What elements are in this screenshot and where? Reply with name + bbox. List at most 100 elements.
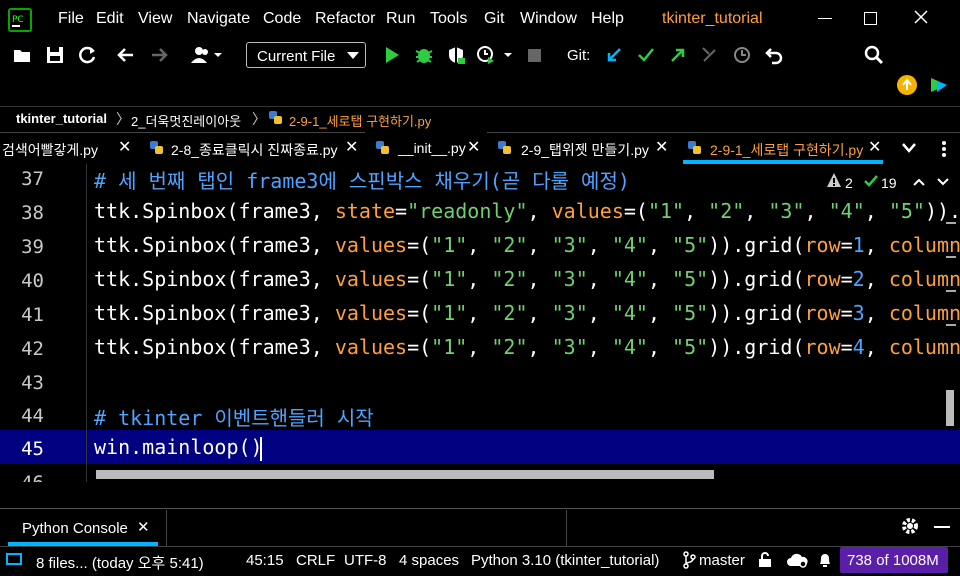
close-tab-icon[interactable]: ✕ [467,137,480,157]
breadcrumb-folder[interactable]: 2_더욱멋진레이아웃 [131,111,241,130]
run-icon[interactable] [383,45,401,65]
git-push-arrow-icon[interactable] [668,45,688,65]
menu-tools[interactable]: Tools [430,10,467,28]
python-console-tab[interactable]: Python Console ✕ [0,510,167,546]
more-options-icon[interactable] [941,140,947,158]
line-number: 38 [21,202,44,224]
breadcrumb-project[interactable]: tkinter_tutorial [16,111,107,126]
error-stripe-mark[interactable] [946,222,956,224]
status-interpreter[interactable]: Python 3.10 (tkinter_tutorial) [471,552,659,569]
forward-arrow-icon[interactable] [149,45,169,65]
status-encoding[interactable]: UTF-8 [344,552,387,569]
lock-icon[interactable] [758,552,772,568]
menu-git[interactable]: Git [484,10,504,28]
ok-count[interactable]: 19 [881,175,897,191]
status-caret-position[interactable]: 45:15 [246,552,284,569]
menu-view[interactable]: View [138,10,172,28]
coverage-shield-icon[interactable] [446,45,466,65]
tool-divider [566,510,567,546]
menu-navigate[interactable]: Navigate [187,10,250,28]
hide-panel-icon[interactable] [934,526,950,528]
menu-file[interactable]: File [58,10,84,28]
close-tab-icon[interactable]: ✕ [655,137,668,157]
tab-exit-on-click[interactable]: 2-8_종료클릭시 진짜종료.py ✕ [143,132,365,164]
cloud-settings-icon[interactable] [786,552,808,568]
minimize-button[interactable] [818,18,832,19]
line-number: 40 [21,270,44,292]
tab-label: 2-8_종료클릭시 진짜종료.py [171,142,338,158]
line-number: 45 [21,438,44,460]
code-line-40: ttk.Spinbox(frame3, values=("1", "2", "3… [94,267,960,291]
git-branch-icon [682,551,696,569]
synchronize-icon[interactable] [78,45,98,65]
line-number: 42 [21,338,44,360]
line-number: 37 [21,168,44,190]
breadcrumb-separator-icon: 〉 [116,111,130,127]
warning-triangle-icon[interactable] [826,172,842,188]
python-file-icon [687,140,703,156]
close-window-button[interactable] [912,8,930,26]
tab-vertical-tab[interactable]: 2-9-1_세로탭 구현하기.py ✕ [675,132,890,164]
code-line-39: ttk.Spinbox(frame3, values=("1", "2", "3… [94,233,960,257]
error-stripe-mark[interactable] [946,290,956,292]
stop-icon[interactable] [528,49,541,62]
back-arrow-icon[interactable] [116,45,136,65]
status-line-separator[interactable]: CRLF [296,552,335,569]
user-dropdown-icon[interactable] [190,45,226,65]
tab-init[interactable]: __init__.py ✕ [365,132,487,164]
settings-gear-icon[interactable] [900,516,920,536]
profile-dropdown-icon[interactable] [476,45,516,65]
memory-indicator[interactable]: 738 of 1008M [840,547,948,573]
menu-edit[interactable]: Edit [96,10,124,28]
code-with-me-icon[interactable] [929,75,949,95]
tab-label: __init__.py [398,140,466,156]
window-title: tkinter_tutorial [662,10,763,27]
ok-check-icon[interactable] [863,173,879,189]
previous-highlight-chevron-icon[interactable] [913,178,925,186]
code-line-42: ttk.Spinbox(frame3, values=("1", "2", "3… [94,335,960,359]
menu-help[interactable]: Help [591,10,624,28]
tab-search-red[interactable]: 검색어빨갛게.py ✕ [0,132,143,164]
tabs-overflow-chevron-icon[interactable] [901,142,917,154]
status-indent[interactable]: 4 spaces [399,552,459,569]
menu-refactor[interactable]: Refactor [315,10,375,28]
menu-window[interactable]: Window [520,10,577,28]
tab-label: 검색어빨갛게.py [2,142,98,158]
close-tab-icon[interactable]: ✕ [868,137,881,157]
close-tab-icon[interactable]: ✕ [345,137,358,157]
open-folder-icon[interactable] [12,45,32,65]
python-file-icon [375,140,391,156]
error-stripe-mark[interactable] [946,256,956,258]
maximize-button[interactable] [864,12,877,25]
close-tab-icon[interactable]: ✕ [118,137,131,157]
warnings-count[interactable]: 2 [845,175,853,191]
menu-code[interactable]: Code [263,10,301,28]
git-rollback-icon[interactable] [765,45,785,65]
menu-run[interactable]: Run [386,10,415,28]
toggle-tool-windows-icon[interactable] [6,553,22,565]
status-git-branch[interactable]: master [699,552,745,569]
vertical-scrollbar-thumb[interactable] [946,390,954,426]
git-commit-check-icon[interactable] [636,45,656,65]
save-all-icon[interactable] [45,45,65,65]
git-label: Git: [567,47,591,64]
breadcrumb-file[interactable]: 2-9-1_세로탭 구현하기.py [289,111,431,130]
error-stripe-mark[interactable] [946,324,956,326]
line-number: 41 [21,304,44,326]
debug-bug-icon[interactable] [414,45,434,65]
code-line-37: # 세 번째 탭인 frame3에 스핀박스 채우기(곧 다룰 예정) [94,169,630,193]
next-highlight-chevron-icon[interactable] [937,178,949,186]
update-available-icon[interactable] [897,75,917,95]
git-history-clock-icon[interactable] [732,45,752,65]
tab-tab-widget[interactable]: 2-9_탭위젯 만들기.py ✕ [487,132,675,164]
close-tab-icon[interactable]: ✕ [137,518,150,536]
status-files[interactable]: 8 files... (today 오후 5:41) [36,552,204,573]
pycharm-logo-icon: PC [8,8,32,32]
notifications-bell-icon[interactable] [818,552,832,568]
tab-label: 2-9_탭위젯 만들기.py [521,142,649,158]
python-file-icon [149,140,165,156]
line-number: 44 [21,405,44,427]
git-update-arrow-icon[interactable] [604,45,624,65]
search-icon[interactable] [864,45,884,65]
horizontal-scrollbar-thumb[interactable] [96,470,714,479]
